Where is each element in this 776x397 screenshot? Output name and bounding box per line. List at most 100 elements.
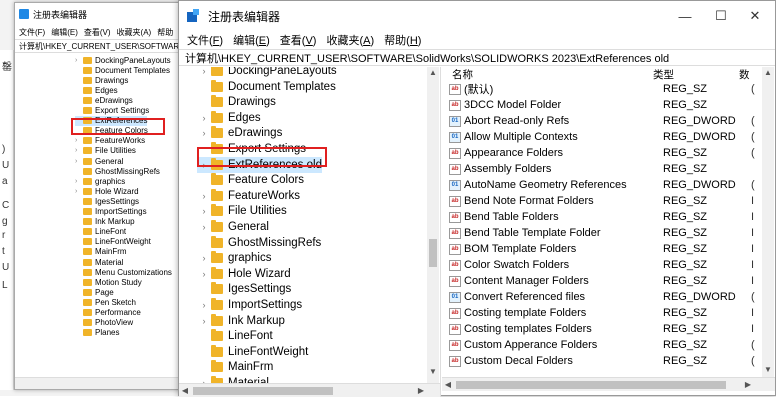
tree-item[interactable]: › graphics — [197, 250, 271, 266]
tree-item[interactable]: Document Templates — [197, 79, 336, 95]
back-tree-item[interactable]: Menu Customizations — [75, 267, 172, 277]
chevron-right-icon[interactable]: › — [75, 57, 83, 64]
scroll-down-arrow-icon[interactable]: ▼ — [427, 367, 439, 376]
back-tree-item[interactable]: › graphics — [75, 176, 125, 186]
close-button[interactable]: ✕ — [737, 1, 773, 31]
back-tree-item[interactable]: › Hole Wizard — [75, 186, 139, 196]
tree-item[interactable]: Feature Colors — [197, 172, 304, 188]
value-row[interactable]: ab Bend Table Folders REG_SZ I — [442, 209, 762, 225]
chevron-right-icon[interactable]: › — [197, 113, 211, 123]
value-row[interactable]: ab Custom Decal Folders REG_SZ ( — [442, 353, 762, 369]
tree-item[interactable]: › General — [197, 219, 269, 235]
menu-view[interactable]: 查看(V) — [280, 32, 317, 48]
tree-horizontal-scrollbar[interactable]: ◀ ▶ — [179, 383, 440, 397]
value-row[interactable]: ab BOM Template Folders REG_SZ I — [442, 241, 762, 257]
tree-item[interactable]: Drawings — [197, 94, 276, 110]
column-header-data[interactable]: 数 — [739, 67, 750, 82]
value-row[interactable]: ab Assembly Folders REG_SZ — [442, 161, 762, 177]
value-row[interactable]: ab Appearance Folders REG_SZ ( — [442, 145, 762, 161]
menu-file[interactable]: 文件(F) — [187, 32, 223, 48]
back-tree-item[interactable]: Drawings — [75, 75, 128, 85]
value-row[interactable]: 01 Convert Referenced files REG_DWORD ( — [442, 289, 762, 305]
tree-item[interactable]: GhostMissingRefs — [197, 235, 321, 251]
list-horizontal-scrollbar[interactable]: ◀ ▶ — [442, 377, 775, 391]
tree-item[interactable]: LineFontWeight — [197, 344, 308, 360]
back-tree-item[interactable]: › FeatureWorks — [75, 136, 145, 146]
chevron-right-icon[interactable]: › — [75, 137, 83, 144]
back-tree-item[interactable]: LineFont — [75, 227, 126, 237]
chevron-right-icon[interactable]: › — [75, 178, 83, 185]
list-vertical-scrollbar[interactable]: ▲ ▼ — [762, 67, 774, 383]
value-row[interactable]: ab Costing template Folders REG_SZ I — [442, 305, 762, 321]
back-tree-item[interactable]: eDrawings — [75, 95, 133, 105]
value-row[interactable]: ab Custom Apperance Folders REG_SZ ( — [442, 337, 762, 353]
tree-item[interactable]: IgesSettings — [197, 281, 291, 297]
value-row[interactable]: 01 AutoName Geometry References REG_DWORD ( — [442, 177, 762, 193]
back-menu-favorites[interactable]: 收藏夹(A) — [117, 27, 152, 38]
chevron-right-icon[interactable]: › — [197, 316, 211, 326]
back-tree-item[interactable]: MainFrm — [75, 247, 127, 257]
tree-item[interactable]: › Edges — [197, 110, 261, 126]
chevron-right-icon[interactable]: › — [197, 300, 211, 310]
tree-item[interactable]: › ImportSettings — [197, 297, 302, 313]
value-row[interactable]: 01 Abort Read-only Refs REG_DWORD ( — [442, 113, 762, 129]
tree-hscroll-thumb[interactable] — [193, 387, 333, 395]
back-tree-item[interactable]: Page — [75, 287, 114, 297]
menu-edit[interactable]: 编辑(E) — [233, 32, 270, 48]
back-tree-item[interactable]: › DockingPaneLayouts — [75, 55, 171, 65]
back-tree-item[interactable]: Export Settings — [75, 106, 149, 116]
back-tree-item[interactable]: ImportSettings — [75, 207, 147, 217]
back-menu-help[interactable]: 帮助 — [157, 27, 173, 38]
value-row[interactable]: ab (默认) REG_SZ ( — [442, 81, 762, 97]
tree-item[interactable]: › eDrawings — [197, 125, 282, 141]
menu-favorites[interactable]: 收藏夹(A) — [326, 32, 374, 48]
back-menu-file[interactable]: 文件(F) — [19, 27, 45, 38]
scroll-up-arrow-icon[interactable]: ▲ — [427, 68, 439, 77]
value-row[interactable]: ab 3DCC Model Folder REG_SZ — [442, 97, 762, 113]
scroll-left-arrow-icon[interactable]: ◀ — [442, 380, 454, 389]
tree-item[interactable]: › Ink Markup — [197, 313, 285, 329]
back-tree-item[interactable]: Performance — [75, 308, 141, 318]
back-tree-item[interactable]: GhostMissingRefs — [75, 166, 160, 176]
value-row[interactable]: ab Costing templates Folders REG_SZ I — [442, 321, 762, 337]
tree-item[interactable]: MainFrm — [197, 359, 273, 375]
menu-help[interactable]: 帮助(H) — [384, 32, 421, 48]
address-bar[interactable]: 计算机\HKEY_CURRENT_USER\SOFTWARE\SolidWork… — [179, 49, 775, 66]
back-tree-item[interactable]: Planes — [75, 328, 119, 338]
back-menu-view[interactable]: 查看(V) — [84, 27, 111, 38]
back-tree-item[interactable]: Motion Study — [75, 277, 142, 287]
tree-item[interactable]: › FeatureWorks — [197, 188, 300, 204]
back-tree-item[interactable]: Material — [75, 257, 123, 267]
back-tree-item[interactable]: Document Templates — [75, 65, 170, 75]
tree-scroll-thumb[interactable] — [429, 239, 437, 267]
back-tree-item[interactable]: › General — [75, 156, 123, 166]
maximize-button[interactable]: ☐ — [703, 1, 739, 31]
back-tree-item[interactable]: LineFontWeight — [75, 237, 151, 247]
scroll-right-arrow-icon[interactable]: ▶ — [415, 386, 427, 395]
chevron-right-icon[interactable]: › — [197, 269, 211, 279]
back-tree-item[interactable]: IgesSettings — [75, 196, 139, 206]
column-header-type[interactable]: 类型 — [653, 67, 739, 82]
chevron-right-icon[interactable]: › — [197, 253, 211, 263]
back-menu-edit[interactable]: 编辑(E) — [51, 27, 78, 38]
scroll-up-arrow-icon[interactable]: ▲ — [762, 68, 774, 77]
back-tree-item[interactable]: Pen Sketch — [75, 297, 136, 307]
chevron-right-icon[interactable]: › — [197, 206, 211, 216]
value-row[interactable]: 01 Allow Multiple Contexts REG_DWORD ( — [442, 129, 762, 145]
tree-vertical-scrollbar[interactable]: ▲ ▼ — [427, 67, 439, 383]
back-tree-item[interactable]: Ink Markup — [75, 217, 135, 227]
chevron-right-icon[interactable]: › — [197, 128, 211, 138]
minimize-button[interactable]: — — [667, 1, 703, 31]
column-header-name[interactable]: 名称 — [452, 67, 653, 82]
chevron-right-icon[interactable]: › — [75, 147, 83, 154]
back-address-bar[interactable]: 计算机\HKEY_CURRENT_USER\SOFTWARE\ — [15, 39, 183, 53]
chevron-right-icon[interactable]: › — [75, 158, 83, 165]
tree-item[interactable]: › DockingPaneLayouts — [197, 67, 337, 79]
value-row[interactable]: ab Content Manager Folders REG_SZ I — [442, 273, 762, 289]
back-tree-item[interactable]: PhotoView — [75, 318, 133, 328]
scroll-down-arrow-icon[interactable]: ▼ — [762, 365, 774, 374]
back-horizontal-scrollbar[interactable] — [15, 377, 183, 389]
tree-item[interactable]: LineFont — [197, 328, 273, 344]
chevron-right-icon[interactable]: › — [197, 67, 211, 76]
tree-item[interactable]: › File Utilities — [197, 203, 287, 219]
